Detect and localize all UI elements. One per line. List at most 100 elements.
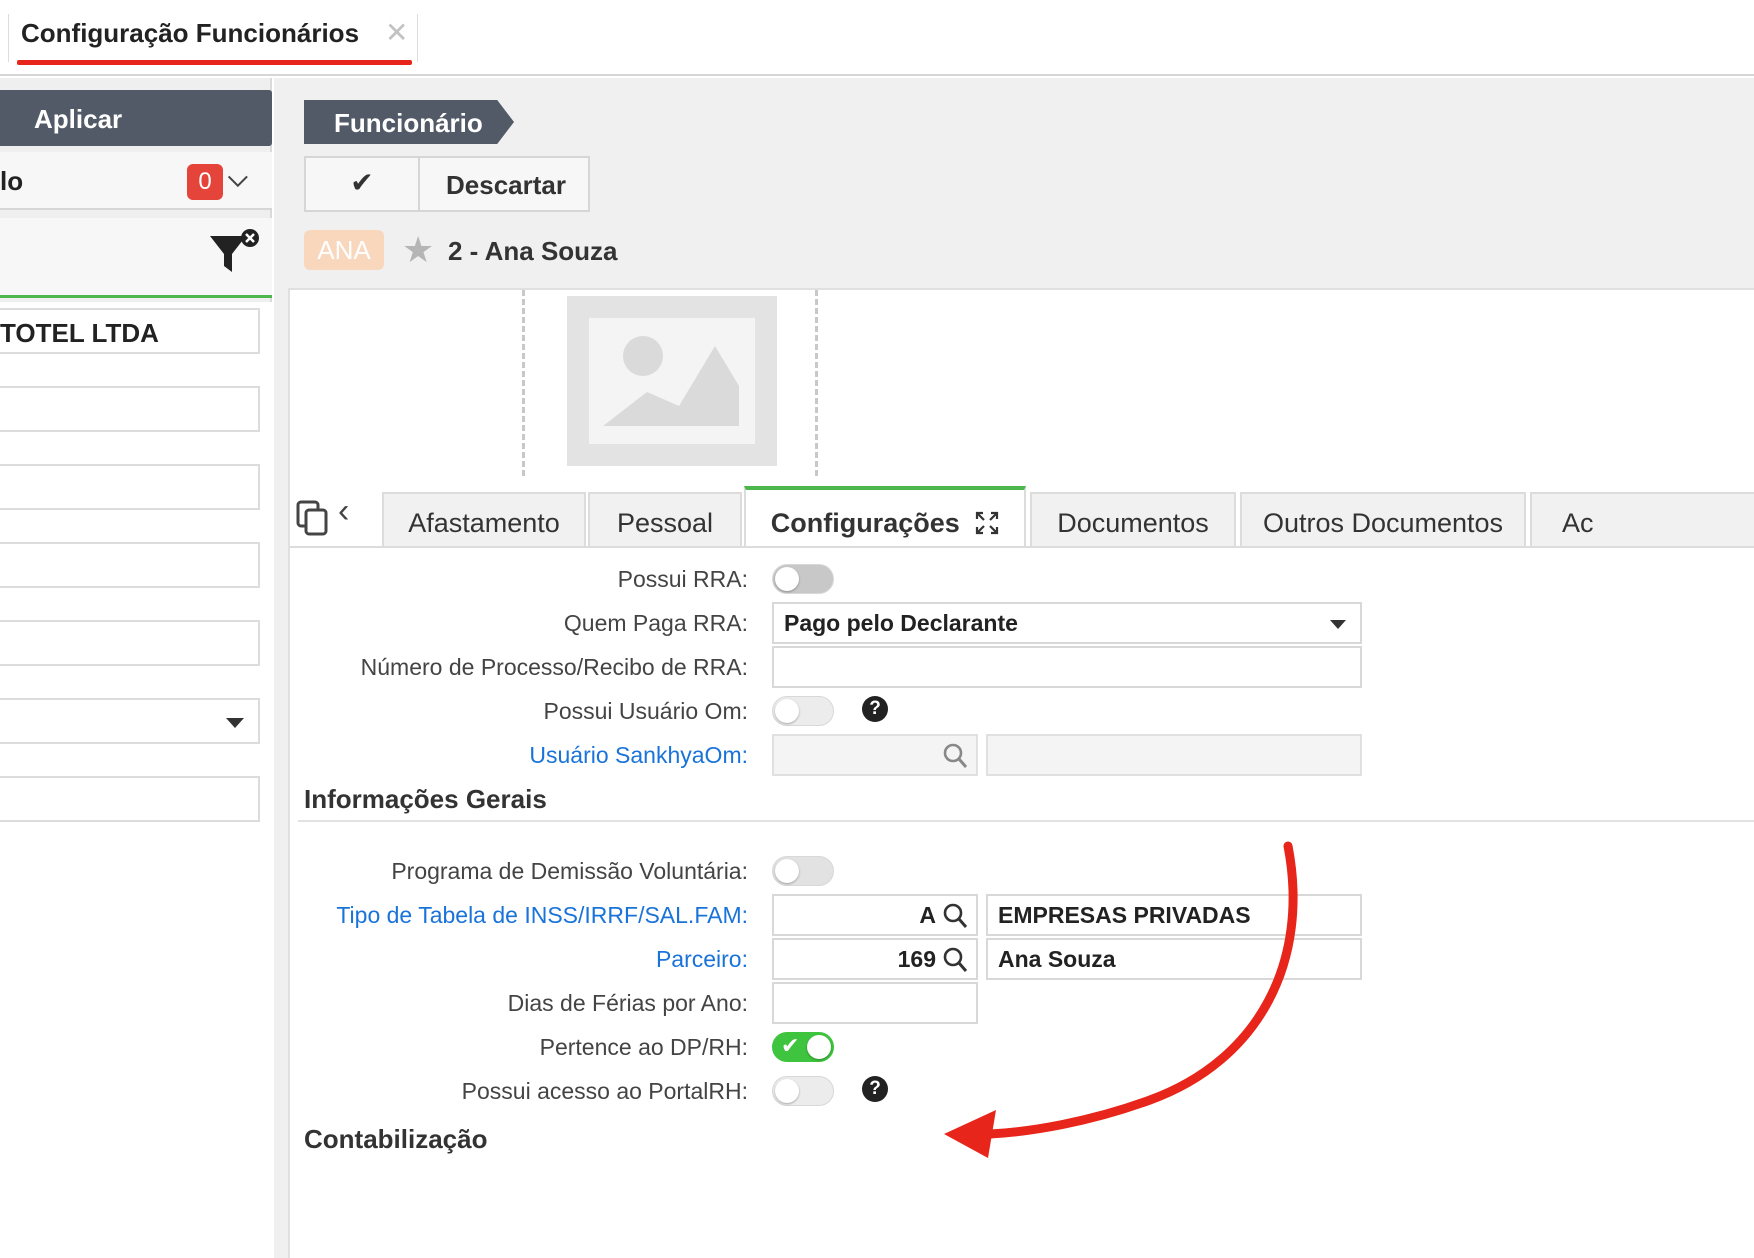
- quem-paga-rra-value: Pago pelo Declarante: [784, 610, 1018, 636]
- row-dias-ferias: Dias de Férias por Ano:: [290, 982, 1754, 1026]
- filter-toolbar: [0, 218, 272, 298]
- row-possui-rra: Possui RRA:: [290, 558, 1754, 602]
- section-divider: [298, 820, 1754, 822]
- tab-strip: ‹ Afastamento Pessoal Configurações Docu…: [290, 486, 1754, 548]
- tab-label: Ac: [1562, 508, 1594, 538]
- confirm-button[interactable]: ✔: [306, 158, 420, 210]
- row-parceiro: Parceiro: 169 Ana Souza: [290, 938, 1754, 982]
- section-informacoes-gerais: Informações Gerais: [304, 784, 547, 814]
- quem-paga-rra-select[interactable]: Pago pelo Declarante: [772, 602, 1362, 644]
- usuario-sankhya-desc: [986, 734, 1362, 776]
- left-filter-panel: Aplicar lo 0 ⌵ TOTEL LTDA: [0, 78, 272, 1258]
- window-tab-title: Configuração Funcionários: [21, 18, 360, 48]
- help-icon[interactable]: ?: [862, 1076, 888, 1102]
- filter-field-2[interactable]: [0, 386, 260, 432]
- close-icon[interactable]: ✕: [385, 16, 408, 49]
- apply-button[interactable]: Aplicar: [0, 90, 272, 146]
- dias-ferias-label: Dias de Férias por Ano:: [507, 990, 748, 1016]
- tab-label: Pessoal: [616, 508, 714, 538]
- tipo-tabela-label[interactable]: Tipo de Tabela de INSS/IRRF/SAL.FAM:: [336, 902, 748, 929]
- main-area: Funcionário ✔ Descartar ANA ★ 2 - Ana So…: [274, 78, 1754, 1258]
- form-card: ‹ Afastamento Pessoal Configurações Docu…: [288, 288, 1754, 1258]
- row-acesso-portal: Possui acesso ao PortalRH: ?: [290, 1070, 1754, 1114]
- filter-field-5[interactable]: [0, 620, 260, 666]
- quem-paga-rra-label: Quem Paga RRA:: [563, 610, 748, 636]
- parceiro-label[interactable]: Parceiro:: [656, 946, 748, 973]
- top-tab-bar: Configuração Funcionários ✕: [0, 0, 1754, 76]
- record-title: 2 - Ana Souza: [448, 236, 618, 266]
- company-filter-field[interactable]: TOTEL LTDA: [0, 308, 260, 354]
- parceiro-desc: Ana Souza: [986, 938, 1362, 980]
- row-programa-demissao: Programa de Demissão Voluntária:: [290, 850, 1754, 894]
- image-placeholder-icon: [567, 296, 777, 466]
- row-possui-usuario-om: Possui Usuário Om: ?: [290, 690, 1754, 734]
- discard-button[interactable]: Descartar: [420, 158, 588, 210]
- expand-icon[interactable]: [975, 511, 999, 535]
- caret-down-icon: [1330, 620, 1346, 629]
- programa-demissao-toggle[interactable]: [772, 856, 834, 886]
- tab-pessoal[interactable]: Pessoal: [588, 492, 742, 548]
- tipo-tabela-code-input[interactable]: A: [772, 894, 978, 936]
- row-tipo-tabela: Tipo de Tabela de INSS/IRRF/SAL.FAM: A E…: [290, 894, 1754, 938]
- possui-rra-toggle[interactable]: [772, 564, 834, 594]
- star-icon[interactable]: ★: [402, 230, 434, 270]
- section-contabilizacao: Contabilização: [304, 1124, 488, 1154]
- row-pertence-dprh: Pertence ao DP/RH: ✔: [290, 1026, 1754, 1070]
- filter-selector-label: lo: [0, 166, 24, 196]
- tab-configuracoes[interactable]: Configurações: [744, 486, 1026, 548]
- row-usuario-sankhya: Usuário SankhyaOm:: [290, 734, 1754, 778]
- count-badge: 0: [187, 164, 223, 200]
- check-icon: ✔: [350, 167, 374, 198]
- possui-usuario-om-label: Possui Usuário Om:: [543, 698, 748, 724]
- parceiro-code-input[interactable]: 169: [772, 938, 978, 980]
- tab-label: Documentos: [1057, 508, 1209, 538]
- tab-underline-annotation: [17, 60, 412, 65]
- tab-documentos[interactable]: Documentos: [1030, 492, 1236, 548]
- tab-label: Configurações: [770, 508, 960, 538]
- check-icon: ✔: [781, 1033, 800, 1058]
- programa-demissao-label: Programa de Demissão Voluntária:: [391, 858, 748, 884]
- parceiro-code: 169: [897, 946, 936, 972]
- filter-selector[interactable]: lo 0 ⌵: [0, 152, 272, 210]
- chevron-left-icon[interactable]: ‹: [338, 492, 349, 531]
- row-numero-processo: Número de Processo/Recibo de RRA:: [290, 646, 1754, 690]
- record-toolbar: ✔ Descartar: [304, 156, 590, 212]
- chevron-down-icon[interactable]: ⌵: [228, 162, 248, 194]
- usuario-sankhya-input[interactable]: [772, 734, 978, 776]
- photo-frame[interactable]: [522, 290, 818, 476]
- window-tab[interactable]: Configuração Funcionários ✕: [8, 14, 418, 65]
- caret-down-icon: [226, 718, 244, 728]
- tipo-tabela-desc: EMPRESAS PRIVADAS: [986, 894, 1362, 936]
- pertence-dprh-toggle[interactable]: ✔: [772, 1032, 834, 1062]
- copy-icon[interactable]: [294, 498, 334, 538]
- search-icon[interactable]: [942, 742, 968, 770]
- filter-field-3[interactable]: [0, 464, 260, 510]
- tab-afastamento[interactable]: Afastamento: [382, 492, 586, 548]
- tab-divider: [290, 546, 1754, 548]
- numero-processo-input[interactable]: [772, 646, 1362, 688]
- usuario-sankhya-label[interactable]: Usuário SankhyaOm:: [529, 742, 748, 769]
- tab-more[interactable]: Ac: [1530, 492, 1754, 548]
- numero-processo-label: Número de Processo/Recibo de RRA:: [360, 654, 748, 680]
- search-icon[interactable]: [942, 902, 968, 930]
- row-quem-paga-rra: Quem Paga RRA: Pago pelo Declarante: [290, 602, 1754, 646]
- filter-field-7[interactable]: [0, 776, 260, 822]
- search-icon[interactable]: [942, 946, 968, 974]
- filter-field-4[interactable]: [0, 542, 260, 588]
- tab-label: Afastamento: [408, 508, 560, 538]
- company-filter-value: TOTEL LTDA: [0, 318, 159, 348]
- acesso-portal-toggle[interactable]: [772, 1076, 834, 1106]
- tab-outros-documentos[interactable]: Outros Documentos: [1240, 492, 1526, 548]
- dias-ferias-input[interactable]: [772, 982, 978, 1024]
- breadcrumb[interactable]: Funcionário: [304, 100, 514, 144]
- possui-rra-label: Possui RRA:: [617, 566, 748, 592]
- possui-usuario-om-toggle[interactable]: [772, 696, 834, 726]
- filter-select[interactable]: [0, 698, 260, 744]
- filter-fields: TOTEL LTDA: [0, 302, 272, 1258]
- pertence-dprh-label: Pertence ao DP/RH:: [539, 1034, 748, 1060]
- clear-filter-icon[interactable]: [206, 228, 262, 284]
- help-icon[interactable]: ?: [862, 696, 888, 722]
- tipo-tabela-code: A: [919, 902, 936, 928]
- tab-label: Outros Documentos: [1262, 508, 1504, 538]
- acesso-portal-label: Possui acesso ao PortalRH:: [461, 1078, 748, 1104]
